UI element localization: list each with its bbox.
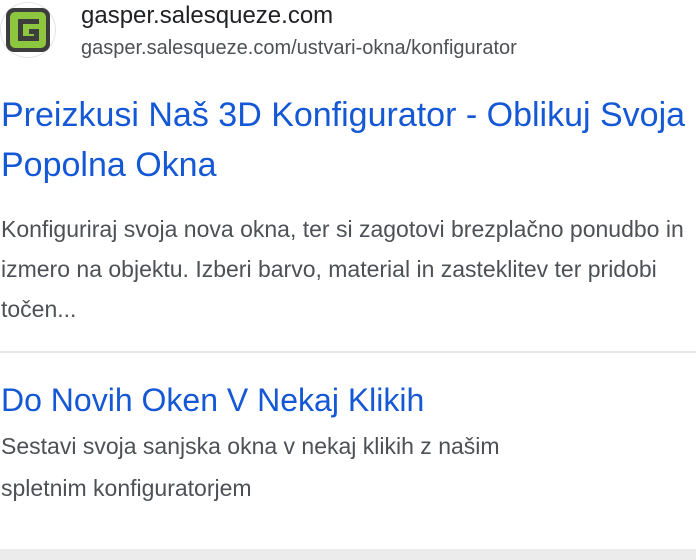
site-favicon[interactable] <box>1 3 55 57</box>
site-url-breadcrumb: gasper.salesqueze.com/ustvari-okna/konfi… <box>81 37 517 59</box>
green-g-logo-icon <box>6 8 50 52</box>
search-result-card: gasper.salesqueze.com gasper.salesqueze.… <box>0 0 696 560</box>
result-snippet: Konfiguriraj svoja nova okna, ter si zag… <box>1 216 684 322</box>
site-name: gasper.salesqueze.com <box>81 2 334 29</box>
result-title-link[interactable]: Preizkusi Naš 3D Konfigurator - Oblikuj … <box>1 90 695 190</box>
sitelink-description: Sestavi svoja sanjska okna v nekaj kliki… <box>1 433 500 501</box>
site-header[interactable]: gasper.salesqueze.com gasper.salesqueze.… <box>0 0 696 70</box>
card-bottom-edge <box>0 549 696 560</box>
sitelink-title-link[interactable]: Do Novih Oken V Nekaj Klikih <box>1 378 424 422</box>
divider <box>0 351 696 353</box>
